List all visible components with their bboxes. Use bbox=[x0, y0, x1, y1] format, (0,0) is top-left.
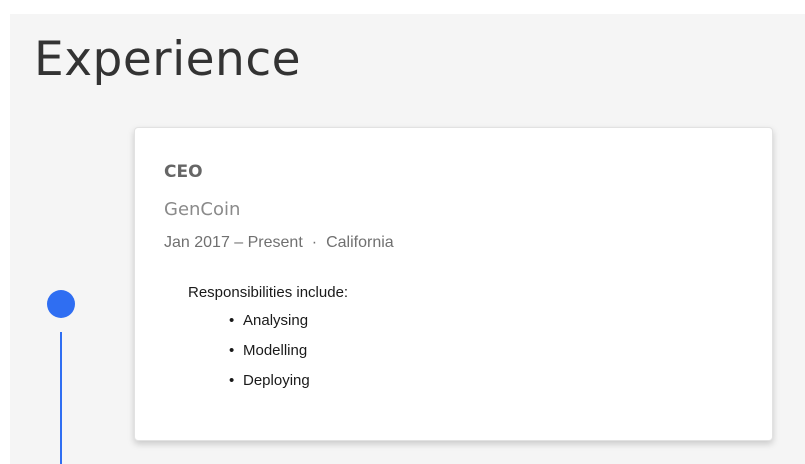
list-item: • Modelling bbox=[229, 343, 429, 373]
experience-card: CEO GenCoin Jan 2017 – Present · Californi… bbox=[134, 127, 773, 441]
list-item: • Analysing bbox=[229, 313, 429, 343]
timeline-dot bbox=[47, 290, 75, 318]
company-name: GenCoin bbox=[164, 199, 241, 220]
job-dates: Jan 2017 – Present bbox=[164, 234, 303, 251]
bullet-icon: • bbox=[229, 342, 235, 359]
job-role: CEO bbox=[164, 162, 203, 182]
meta-separator: · bbox=[311, 234, 318, 251]
list-item-label: Modelling bbox=[243, 342, 308, 359]
description-intro: Responsibilities include: bbox=[188, 284, 349, 301]
experience-section: Experience CEO GenCoin Jan 2017 – Presen… bbox=[10, 14, 805, 464]
responsibilities-list: • Analysing • Modelling • Deploying bbox=[229, 313, 429, 403]
list-item-label: Analysing bbox=[243, 312, 309, 329]
list-item: • Deploying bbox=[229, 373, 429, 403]
job-meta: Jan 2017 – Present · California bbox=[164, 235, 394, 251]
bullet-icon: • bbox=[229, 372, 235, 389]
section-title: Experience bbox=[34, 32, 302, 87]
timeline-line bbox=[60, 332, 62, 464]
bullet-icon: • bbox=[229, 312, 235, 329]
job-location: California bbox=[326, 234, 394, 251]
job-description: Responsibilities include: • Analysing • Mo… bbox=[188, 284, 349, 388]
list-item-label: Deploying bbox=[243, 372, 310, 389]
